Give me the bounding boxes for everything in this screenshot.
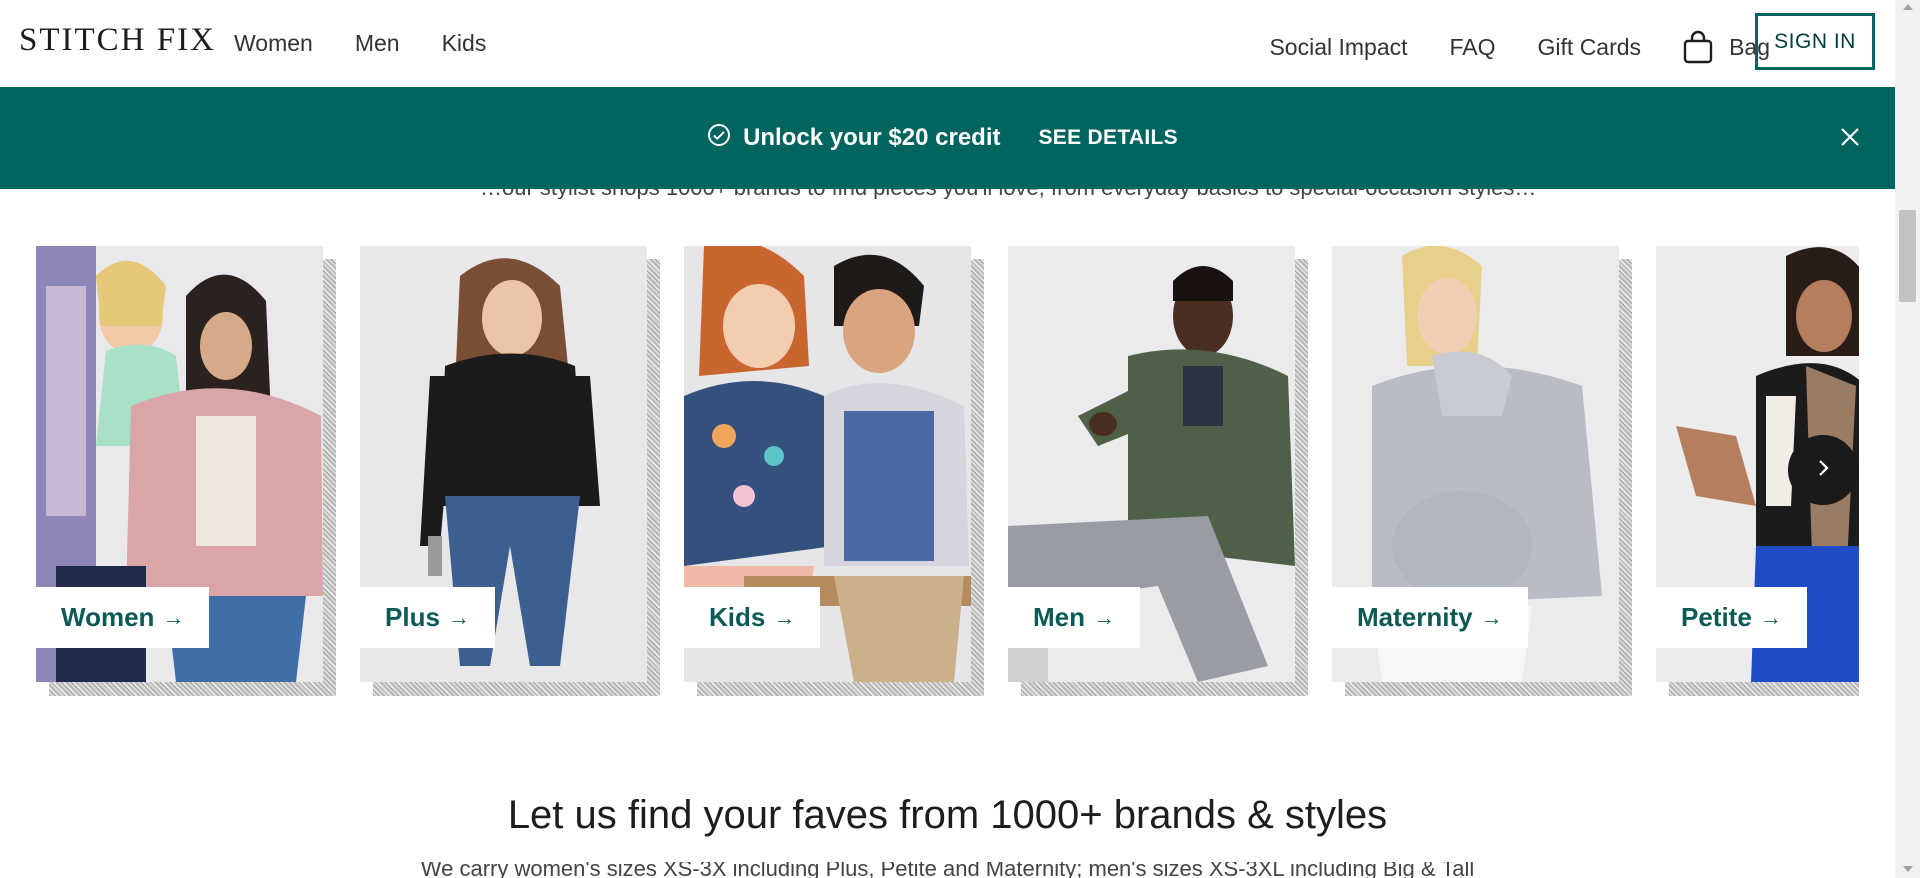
primary-nav: Women Men Kids [234,30,486,57]
check-circle-icon [707,123,731,154]
arrow-right-icon: → [1759,604,1782,630]
category-card-women[interactable]: Women → [36,246,336,696]
category-label-plus[interactable]: Plus → [360,587,495,648]
chevron-right-icon [1813,458,1833,483]
faves-heading: Let us find your faves from 1000+ brands… [507,793,1388,837]
nav-women[interactable]: Women [234,30,313,57]
category-card-kids[interactable]: Kids → [684,246,984,696]
category-label-text: Women [61,602,155,632]
credit-offer: Unlock your $20 credit [707,123,1001,154]
category-label-men[interactable]: Men → [1008,587,1140,648]
intro-text: …our stylist shops 1000+ brands to find … [480,189,1536,199]
page-scrollbar[interactable] [1895,0,1920,878]
category-label-petite[interactable]: Petite → [1656,587,1807,648]
category-card-plus[interactable]: Plus → [360,246,660,696]
scroll-thumb[interactable] [1899,210,1916,302]
category-card-maternity[interactable]: Maternity → [1332,246,1632,696]
category-label-text: Kids [709,602,766,632]
category-label-text: Plus [385,602,440,632]
promo-banner: Unlock your $20 credit SEE DETAILS [0,87,1895,189]
carousel-next-button[interactable] [1788,435,1858,505]
nav-gift-cards[interactable]: Gift Cards [1538,34,1642,61]
credit-text: Unlock your $20 credit [743,124,1001,151]
scroll-up-arrow-icon[interactable] [1903,4,1913,10]
sign-in-button[interactable]: SIGN IN [1755,13,1875,70]
arrow-right-icon: → [447,604,470,630]
close-icon[interactable] [1838,125,1862,149]
shopping-bag-icon [1683,30,1713,64]
see-details-link[interactable]: SEE DETAILS [1039,126,1178,150]
intro-text-clipped: …our stylist shops 1000+ brands to find … [0,189,1895,199]
nav-men[interactable]: Men [355,30,400,57]
category-label-kids[interactable]: Kids → [684,587,821,648]
category-label-text: Petite [1681,602,1752,632]
site-header: STITCH FIX Women Men Kids Social Impact … [0,0,1895,87]
category-label-text: Men [1033,602,1085,632]
category-carousel: Women → Plus → Kids → Men → Maternity → … [36,246,1859,696]
arrow-right-icon: → [1093,604,1115,630]
nav-faq[interactable]: FAQ [1450,34,1496,61]
arrow-right-icon: → [773,604,796,630]
faves-subheading-clipped: We carry women's sizes XS-3X including P… [0,862,1895,878]
secondary-nav: Social Impact FAQ Gift Cards Bag [1269,30,1770,64]
category-card-men[interactable]: Men → [1008,246,1308,696]
faves-subheading: We carry women's sizes XS-3X including P… [420,862,1475,878]
category-label-women[interactable]: Women → [36,587,210,648]
category-label-text: Maternity [1357,602,1473,632]
scroll-down-arrow-icon[interactable] [1903,866,1913,872]
category-label-maternity[interactable]: Maternity → [1332,587,1528,648]
nav-social-impact[interactable]: Social Impact [1269,34,1407,61]
nav-kids[interactable]: Kids [442,30,487,57]
stitch-fix-logo[interactable]: STITCH FIX [19,22,216,59]
promo-content: Unlock your $20 credit SEE DETAILS [707,123,1178,154]
arrow-right-icon: → [162,604,185,630]
arrow-right-icon: → [1480,604,1503,630]
